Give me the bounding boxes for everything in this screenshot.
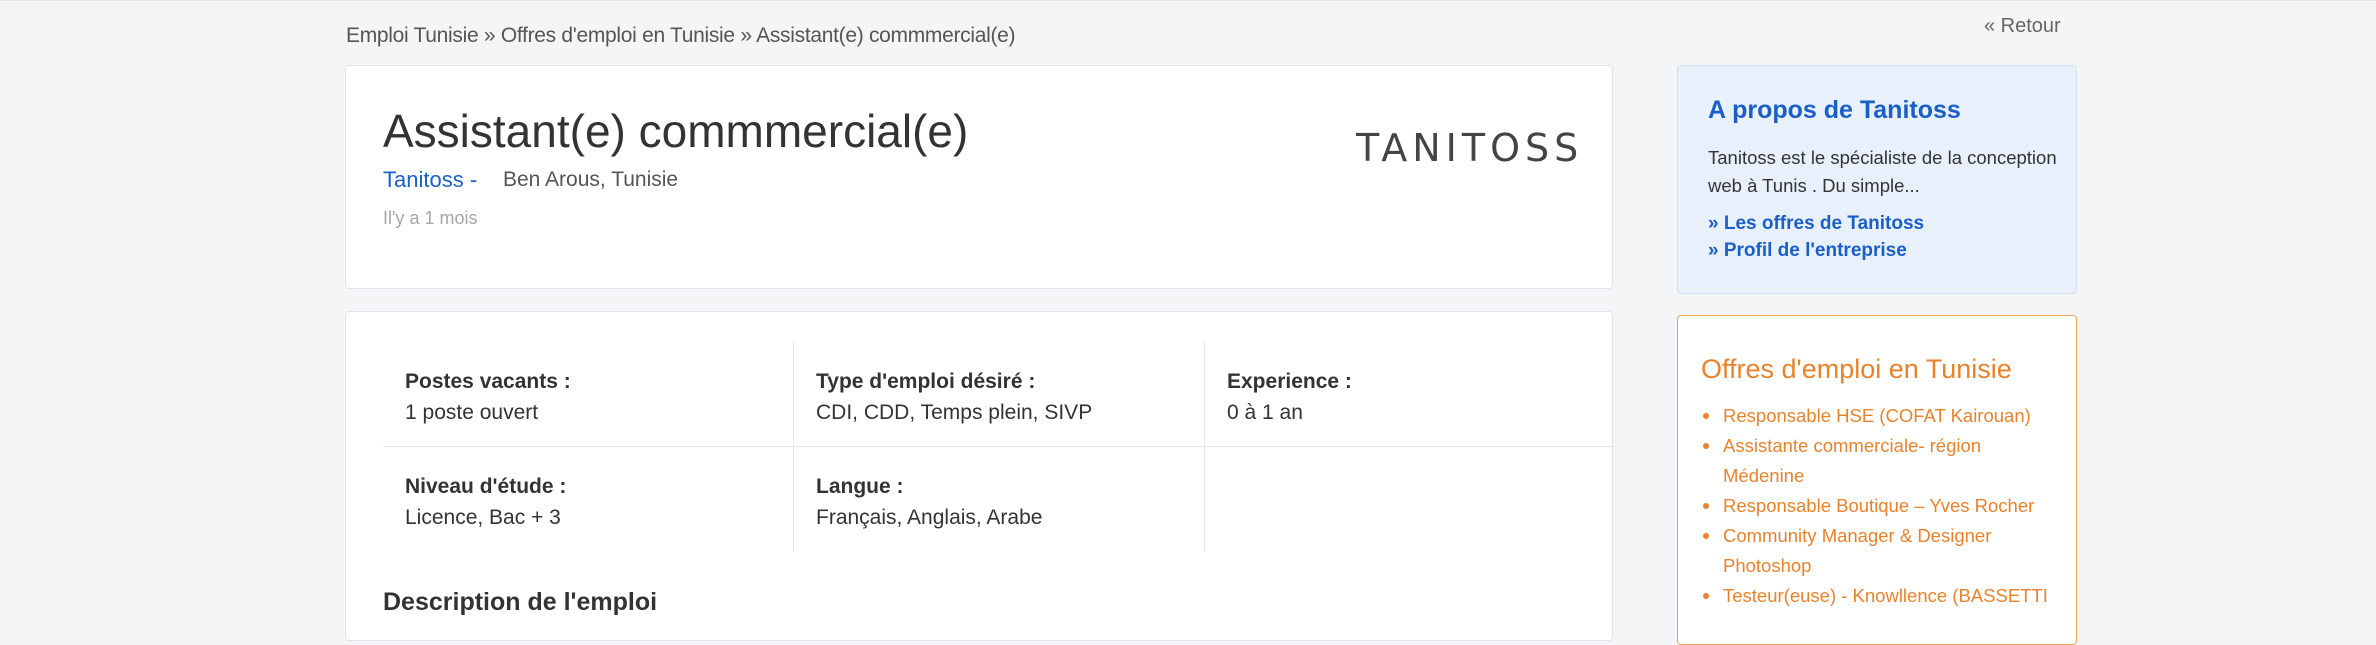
detail-value: Français, Anglais, Arabe	[816, 506, 1043, 529]
offer-link[interactable]: Community Manager & Designer Photoshop	[1723, 525, 1991, 576]
offer-link[interactable]: Responsable HSE (COFAT Kairouan)	[1723, 405, 2031, 426]
breadcrumb-separator: »	[483, 24, 496, 47]
detail-value: 0 à 1 an	[1227, 401, 1303, 424]
related-offers-card: Offres d'emploi en Tunisie Responsable H…	[1677, 315, 2077, 645]
list-item: Responsable HSE (COFAT Kairouan)	[1703, 401, 2063, 431]
about-company-card: A propos de Tanitoss Tanitoss est le spé…	[1677, 65, 2077, 294]
detail-label: Type d'emploi désiré :	[816, 370, 1036, 393]
detail-label: Niveau d'étude :	[405, 475, 567, 498]
company-link[interactable]: Tanitoss -	[383, 167, 477, 193]
list-item: Community Manager & Designer Photoshop	[1703, 521, 2063, 581]
detail-value: 1 poste ouvert	[405, 401, 539, 424]
breadcrumb-link-offers[interactable]: Offres d'emploi en Tunisie	[501, 24, 735, 47]
company-offers-link[interactable]: » Les offres de Tanitoss	[1708, 213, 1924, 235]
breadcrumb: Emploi Tunisie » Offres d'emploi en Tuni…	[346, 24, 1016, 48]
offer-link[interactable]: Testeur(euse) - Knowllence (BASSETTI	[1723, 585, 2048, 606]
back-link[interactable]: « Retour	[1984, 15, 2061, 38]
offers-list: Responsable HSE (COFAT Kairouan) Assista…	[1678, 401, 2063, 611]
job-header-card: Assistant(e) commmercial(e) Tanitoss - B…	[345, 65, 1613, 289]
list-item: Testeur(euse) - Knowllence (BASSETTI	[1703, 581, 2063, 611]
offer-link[interactable]: Assistante commerciale- région Médenine	[1723, 435, 1981, 486]
offer-link[interactable]: Responsable Boutique – Yves Rocher	[1723, 495, 2034, 516]
detail-label: Experience :	[1227, 370, 1352, 393]
breadcrumb-link-home[interactable]: Emploi Tunisie	[346, 24, 479, 47]
breadcrumb-separator: »	[740, 24, 752, 47]
about-text: Tanitoss est le spécialiste de la concep…	[1708, 147, 2057, 196]
list-item: Assistante commerciale- région Médenine	[1703, 431, 2063, 491]
job-details-grid: Postes vacants : 1 poste ouvert Type d'e…	[383, 342, 1615, 552]
job-location: Ben Arous, Tunisie	[503, 168, 679, 191]
detail-value: Licence, Bac + 3	[405, 506, 561, 529]
detail-langue: Langue : Français, Anglais, Arabe	[794, 447, 1205, 552]
detail-type: Type d'emploi désiré : CDI, CDD, Temps p…	[794, 342, 1205, 447]
offers-title: Offres d'emploi en Tunisie	[1701, 354, 2012, 384]
detail-label: Langue :	[816, 475, 904, 498]
about-title: A propos de Tanitoss	[1708, 96, 1961, 124]
posted-date: Il'y a 1 mois	[383, 208, 478, 228]
job-title: Assistant(e) commmercial(e)	[383, 105, 969, 157]
detail-value: CDI, CDD, Temps plein, SIVP	[816, 401, 1093, 424]
company-logo[interactable]: TANITOSS	[1356, 126, 1583, 170]
detail-empty	[1205, 447, 1615, 552]
detail-postes: Postes vacants : 1 poste ouvert	[383, 342, 794, 447]
top-divider	[0, 0, 2376, 1]
detail-niveau: Niveau d'étude : Licence, Bac + 3	[383, 447, 794, 552]
list-item: Responsable Boutique – Yves Rocher	[1703, 491, 2063, 521]
company-profile-link[interactable]: » Profil de l'entreprise	[1708, 240, 1907, 262]
detail-label: Postes vacants :	[405, 370, 571, 393]
job-details-card: Postes vacants : 1 poste ouvert Type d'e…	[345, 311, 1615, 641]
description-title: Description de l'emploi	[383, 588, 658, 616]
detail-experience: Experience : 0 à 1 an	[1205, 342, 1615, 447]
breadcrumb-current: Assistant(e) commmercial(e)	[756, 24, 1016, 47]
